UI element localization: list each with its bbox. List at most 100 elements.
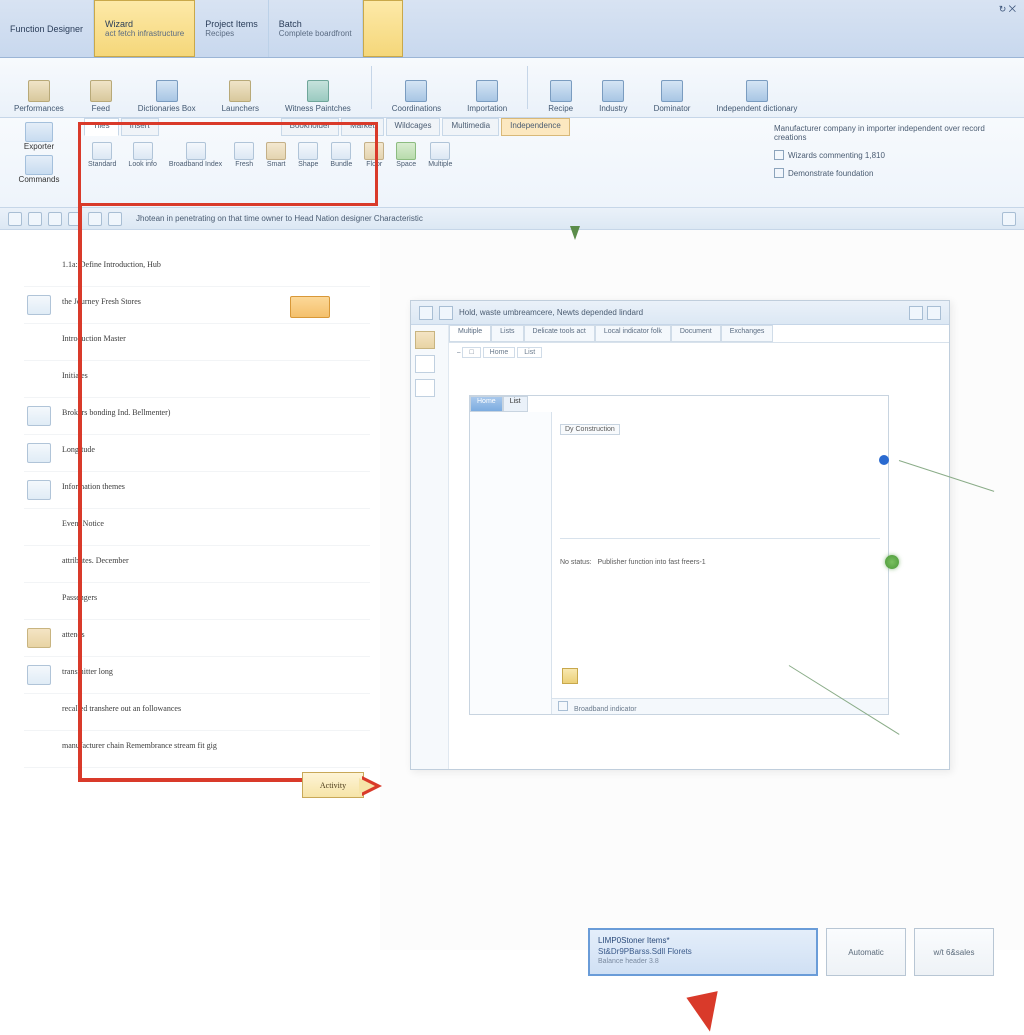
list-item[interactable]: Passengers [24, 583, 370, 620]
qa-icon[interactable] [28, 212, 42, 226]
qa-icon[interactable] [8, 212, 22, 226]
nav-icon[interactable] [415, 379, 435, 397]
max-icon[interactable] [927, 306, 941, 320]
highlight-selection [290, 296, 330, 318]
tab-bookholder[interactable]: Bookholder [281, 118, 339, 136]
btn-fresh[interactable]: Fresh [230, 140, 258, 170]
sales-button[interactable]: w/t 6&sales [914, 928, 994, 976]
arrow-right-fill [359, 778, 375, 794]
ribbon-btn-import[interactable]: Importation [461, 62, 513, 113]
ribbon-btn-performances[interactable]: Performances [8, 62, 70, 113]
automatic-button[interactable]: Automatic [826, 928, 906, 976]
toolbar-icon[interactable] [439, 306, 453, 320]
status-line1: LIMP0Stoner Items* [598, 936, 808, 945]
list-item[interactable]: recalled transhere out an followances [24, 694, 370, 731]
btn-smart[interactable]: Smart [262, 140, 290, 170]
status-line2: St&Dr9PBarss.Sdll Florets [598, 947, 808, 956]
list-item[interactable]: Longitude [24, 435, 370, 472]
btn-lookinfo[interactable]: Look info [124, 140, 160, 170]
ribbon-btn-indep[interactable]: Independent dictionary [710, 62, 803, 113]
embedded-window: Hold, waste umbreamcere, Newts depended … [410, 300, 950, 770]
note-icon[interactable] [562, 668, 578, 684]
ribbon-btn-recipe[interactable]: Recipe [542, 62, 579, 113]
ribbon-btn-feed[interactable]: Feed [84, 62, 118, 113]
btab-list[interactable]: List [503, 396, 528, 412]
connector-line [899, 460, 994, 492]
btn-standard[interactable]: Standard [84, 140, 120, 170]
canvas: Hold, waste umbreamcere, Newts depended … [380, 230, 1024, 950]
checkbox-icon[interactable] [774, 150, 784, 160]
list-item[interactable]: attends [24, 620, 370, 657]
ribbon-btn-dominator[interactable]: Dominator [648, 62, 697, 113]
tab-function-designer[interactable]: Function Designer [0, 0, 94, 57]
list-item[interactable]: manufacturer chain Remembrance stream fi… [24, 731, 370, 768]
list-item[interactable]: transmitter long [24, 657, 370, 694]
ribbon-btn-witness[interactable]: Witness Paintches [279, 62, 357, 113]
qa-icon[interactable] [108, 212, 122, 226]
browser-main: Dy Construction No status: Publisher fun… [552, 412, 888, 714]
btn-multiple[interactable]: Multiple [424, 140, 456, 170]
etab[interactable]: Delicate tools act [524, 325, 595, 342]
btn-shape[interactable]: Shape [294, 140, 322, 170]
list-item[interactable]: Initiates [24, 361, 370, 398]
tab-wildcages[interactable]: Wildcages [386, 118, 441, 136]
nav-icon[interactable] [415, 331, 435, 349]
etab[interactable]: Document [671, 325, 721, 342]
annotation-line [78, 206, 82, 781]
app-icon [419, 306, 433, 320]
ribbon2-commands[interactable]: Commands [4, 155, 74, 184]
tab-market[interactable]: Market [341, 118, 383, 136]
qa-icon[interactable] [48, 212, 62, 226]
list-item[interactable]: Brokers bonding Ind. Bellmenter) [24, 398, 370, 435]
etab[interactable]: Lists [491, 325, 523, 342]
tab-batch[interactable]: BatchComplete boardfront [269, 0, 363, 57]
ribbon-btn-coord[interactable]: Coordinations [386, 62, 447, 113]
min-icon[interactable] [909, 306, 923, 320]
window-controls[interactable]: ↻ ⨉ [991, 0, 1024, 57]
ribbon2-exporter[interactable]: Exporter [4, 122, 74, 151]
list-item[interactable]: Information themes [24, 472, 370, 509]
ribbon-btn-launch[interactable]: Launchers [216, 62, 265, 113]
btn-bundle[interactable]: Bundle [326, 140, 356, 170]
status-panel: LIMP0Stoner Items* St&Dr9PBarss.Sdll Flo… [588, 928, 818, 976]
callout-activity: Activity [302, 772, 382, 806]
cell[interactable]: Dy Construction [560, 424, 620, 435]
inner-browser: Home List Dy Construction No status: Pub… [469, 395, 889, 715]
list-item[interactable]: Event Notice [24, 509, 370, 546]
msg-text: Publisher function into fast freers-1 [598, 559, 706, 566]
tab-extra[interactable] [363, 0, 403, 57]
title-bar: Function Designer Wizardact fetch infras… [0, 0, 1024, 58]
checkbox-icon[interactable] [774, 168, 784, 178]
btab-home[interactable]: Home [470, 396, 503, 412]
tab-independence[interactable]: Independence [501, 118, 570, 136]
msg-label: No status: [560, 559, 592, 566]
etab[interactable]: Multiple [449, 325, 491, 342]
list-item[interactable]: attributes. December [24, 546, 370, 583]
tab-wizard[interactable]: Wizardact fetch infrastructure [94, 0, 195, 57]
etab[interactable]: Exchanges [721, 325, 774, 342]
embedded-titlebar: Hold, waste umbreamcere, Newts depended … [411, 301, 949, 325]
tab-multimedia[interactable]: Multimedia [442, 118, 499, 136]
annotation-arrow-bottom [686, 991, 725, 1035]
list-item[interactable]: 1.1a: Define Introduction, Hub [24, 250, 370, 287]
main-area: 1.1a: Define Introduction, Hub the Journ… [0, 230, 1024, 950]
qa-end-icon[interactable] [1002, 212, 1016, 226]
quick-access-bar: Jhotean in penetrating on that time owne… [0, 208, 1024, 230]
qa-icon[interactable] [88, 212, 102, 226]
etab[interactable]: Local indicator folk [595, 325, 671, 342]
arrow-down-icon [570, 226, 580, 240]
ribbon-btn-industry[interactable]: Industry [593, 62, 633, 113]
btn-broadband[interactable]: Broadband Index [165, 140, 226, 170]
list-item[interactable]: Introduction Master [24, 324, 370, 361]
tab-project-items[interactable]: Project ItemsRecipes [195, 0, 269, 57]
tab-insert[interactable]: Insert [121, 118, 159, 136]
embedded-tabs: Multiple Lists Delicate tools act Local … [449, 325, 949, 343]
info-text-3: Demonstrate foundation [788, 169, 873, 178]
nav-icon[interactable] [415, 355, 435, 373]
ribbon-primary: Performances Feed Dictionaries Box Launc… [0, 58, 1024, 118]
ribbon-btn-dict[interactable]: Dictionaries Box [132, 62, 202, 113]
tab-tiles[interactable]: Tiles [84, 118, 119, 136]
btn-space[interactable]: Space [392, 140, 420, 170]
btn-floor[interactable]: Floor [360, 140, 388, 170]
embedded-sidebar [411, 325, 449, 769]
